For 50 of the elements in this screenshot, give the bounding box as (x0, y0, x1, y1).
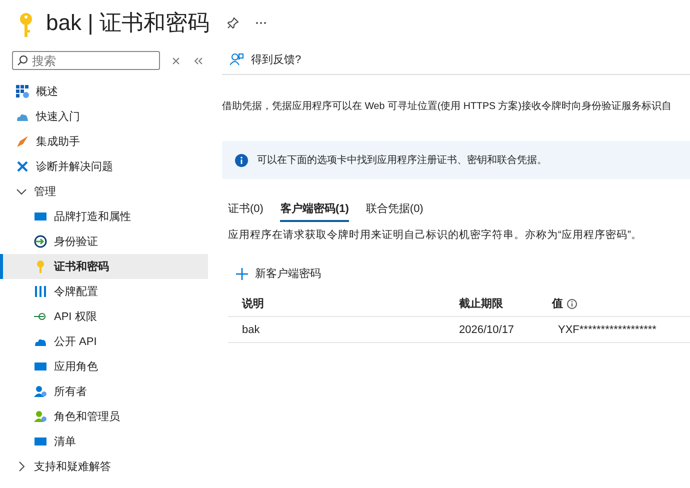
page-title: bak | 证书和密码 (46, 8, 210, 37)
close-icon[interactable] (172, 56, 180, 64)
nav-item[interactable]: 令牌配置 (0, 279, 208, 304)
column-header: 截止期限 (459, 296, 503, 311)
nav-item[interactable]: API 权限 (0, 304, 208, 329)
nav-item[interactable]: 快速入门 (0, 104, 208, 129)
pin-icon[interactable] (227, 16, 240, 28)
table-cell: bak (242, 324, 260, 336)
plus-icon (236, 268, 248, 280)
table-cell: YXF****************** (558, 324, 656, 336)
nav-item[interactable]: 公开 API (0, 329, 208, 354)
nav-group[interactable]: 管理 (0, 179, 208, 204)
search-icon (17, 55, 28, 66)
more-icon[interactable] (255, 20, 268, 24)
nav-item[interactable]: 身份验证 (0, 229, 208, 254)
info-text: 可以在下面的选项卡中找到应用程序注册证书、密钥和联合凭据。 (257, 154, 547, 167)
collapse-icon[interactable] (194, 56, 203, 64)
info-icon (235, 154, 248, 166)
nav-item[interactable]: 集成助手 (0, 129, 208, 154)
people-icon (34, 385, 47, 398)
nav-item[interactable]: 品牌打造和属性 (0, 204, 208, 229)
info-icon (567, 298, 577, 308)
column-header: 值 (552, 297, 563, 311)
column-header: 说明 (242, 296, 264, 311)
tab[interactable]: 证书(0) (228, 199, 264, 222)
bars-icon (34, 285, 47, 298)
sign-in-icon (34, 235, 47, 248)
tab[interactable]: 客户端密码(1) (280, 199, 349, 222)
tab[interactable]: 联合凭据(0) (366, 199, 424, 222)
nav-item[interactable]: 角色和管理员 (0, 404, 208, 429)
tab-description: 应用程序在请求获取令牌时用来证明自己标识的机密字符串。亦称为“应用程序密码”。 (228, 228, 643, 242)
person-icon (34, 410, 47, 423)
new-secret-button[interactable]: 新客户端密码 (236, 266, 321, 281)
nav-item[interactable]: 诊断并解决问题 (0, 154, 208, 179)
nav-item[interactable]: 概述 (0, 79, 208, 104)
nav-item[interactable]: 证书和密码 (0, 254, 208, 279)
table-cell: 2026/10/17 (459, 324, 514, 336)
feedback-button[interactable]: 得到反馈? (222, 52, 302, 66)
description-text: 借助凭据，凭据应用程序可以在 Web 可寻址位置(使用 HTTPS 方案)接收令牌时向身份验证服务标识自 (222, 100, 672, 113)
chevron-icon (16, 186, 27, 197)
nav-item[interactable]: 应用角色 (0, 354, 208, 379)
key-icon (34, 260, 47, 273)
feedback-icon (230, 52, 244, 66)
card-icon (34, 210, 47, 223)
key-icon (19, 12, 33, 38)
search-field[interactable]: 搜索 (12, 51, 160, 70)
nav-group[interactable]: 支持和疑难解答 (0, 454, 208, 479)
chevron-icon (16, 461, 27, 472)
nav-item[interactable]: 清单 (0, 429, 208, 454)
nav-item[interactable]: 所有者 (0, 379, 208, 404)
